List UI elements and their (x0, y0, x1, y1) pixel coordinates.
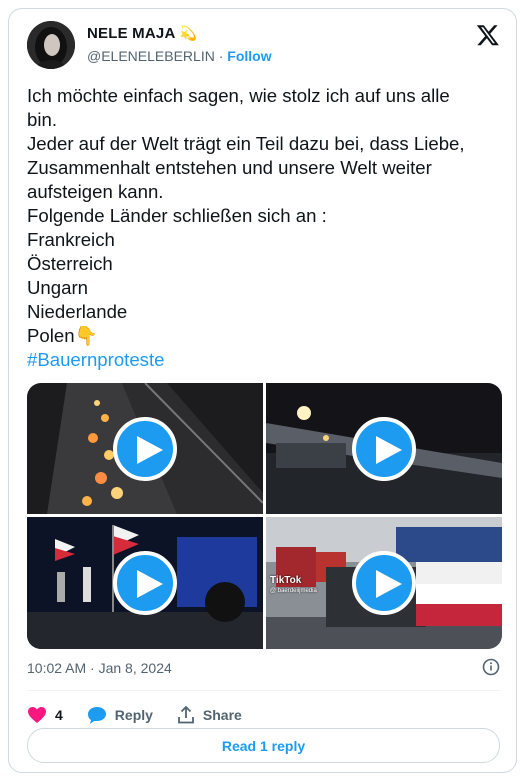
share-button[interactable]: Share (177, 706, 242, 724)
media-grid: TikTok @ baerdeiijmedia (27, 383, 502, 649)
video-thumbnail-2[interactable] (266, 383, 502, 514)
embedded-tweet-card: NELE MAJA 💫 @ELENELEBERLIN · Follow Ich … (8, 8, 517, 773)
country-france: Frankreich (27, 229, 115, 250)
share-label: Share (202, 707, 242, 723)
country-hungary: Ungarn (27, 277, 88, 298)
country-poland-line: Polen👇 (27, 324, 502, 348)
tweet-timestamp[interactable]: 10:02 AM · Jan 8, 2024 (27, 660, 172, 676)
video-thumbnail-1[interactable] (27, 383, 263, 514)
share-icon (178, 706, 194, 724)
like-count: 4 (55, 707, 63, 723)
tweet-line: bin. (27, 109, 57, 130)
play-icon[interactable] (352, 551, 416, 615)
video-thumbnail-4[interactable]: TikTok @ baerdeiijmedia (266, 517, 502, 649)
tweet-line: aufsteigen kann. (27, 181, 164, 202)
country-poland: Polen (27, 325, 75, 346)
author-handle[interactable]: @ELENELEBERLIN (87, 48, 215, 64)
shooting-star-icon: 💫 (179, 25, 197, 41)
heart-icon (28, 707, 46, 723)
country-netherlands: Niederlande (27, 301, 128, 322)
author-name[interactable]: NELE MAJA (87, 25, 175, 42)
tiktok-label: TikTok (270, 575, 302, 586)
read-replies-button[interactable]: Read 1 reply (27, 728, 500, 763)
reply-button[interactable]: Reply (87, 706, 153, 724)
tweet-line: Jeder auf der Welt trägt ein Teil dazu b… (27, 133, 465, 154)
play-icon[interactable] (113, 417, 177, 481)
tiktok-watermark: TikTok @ baerdeiijmedia (270, 575, 317, 597)
tweet-line: Folgende Länder schließen sich an : (27, 205, 327, 226)
country-austria: Österreich (27, 253, 113, 274)
tiktok-user: @ baerdeiijmedia (270, 588, 317, 594)
tweet-line: Zusammenhalt entstehen und unsere Welt w… (27, 157, 432, 178)
tweet-line: Ich möchte einfach sagen, wie stolz ich … (27, 85, 450, 106)
video-thumbnail-3[interactable] (27, 517, 263, 649)
play-icon[interactable] (352, 417, 416, 481)
divider (27, 690, 500, 691)
info-icon[interactable] (482, 658, 500, 676)
hashtag-link[interactable]: #Bauernproteste (27, 348, 502, 372)
speech-bubble-icon (87, 707, 106, 724)
separator-dot: · (218, 48, 224, 64)
x-logo-icon[interactable] (476, 23, 500, 47)
tweet-text: Ich möchte einfach sagen, wie stolz ich … (27, 84, 502, 372)
avatar[interactable] (27, 21, 75, 69)
follow-button[interactable]: Follow (227, 48, 271, 64)
pointing-down-emoji: 👇 (74, 325, 98, 346)
play-icon[interactable] (113, 551, 177, 615)
like-button[interactable]: 4 (27, 706, 63, 724)
reply-label: Reply (114, 707, 153, 723)
